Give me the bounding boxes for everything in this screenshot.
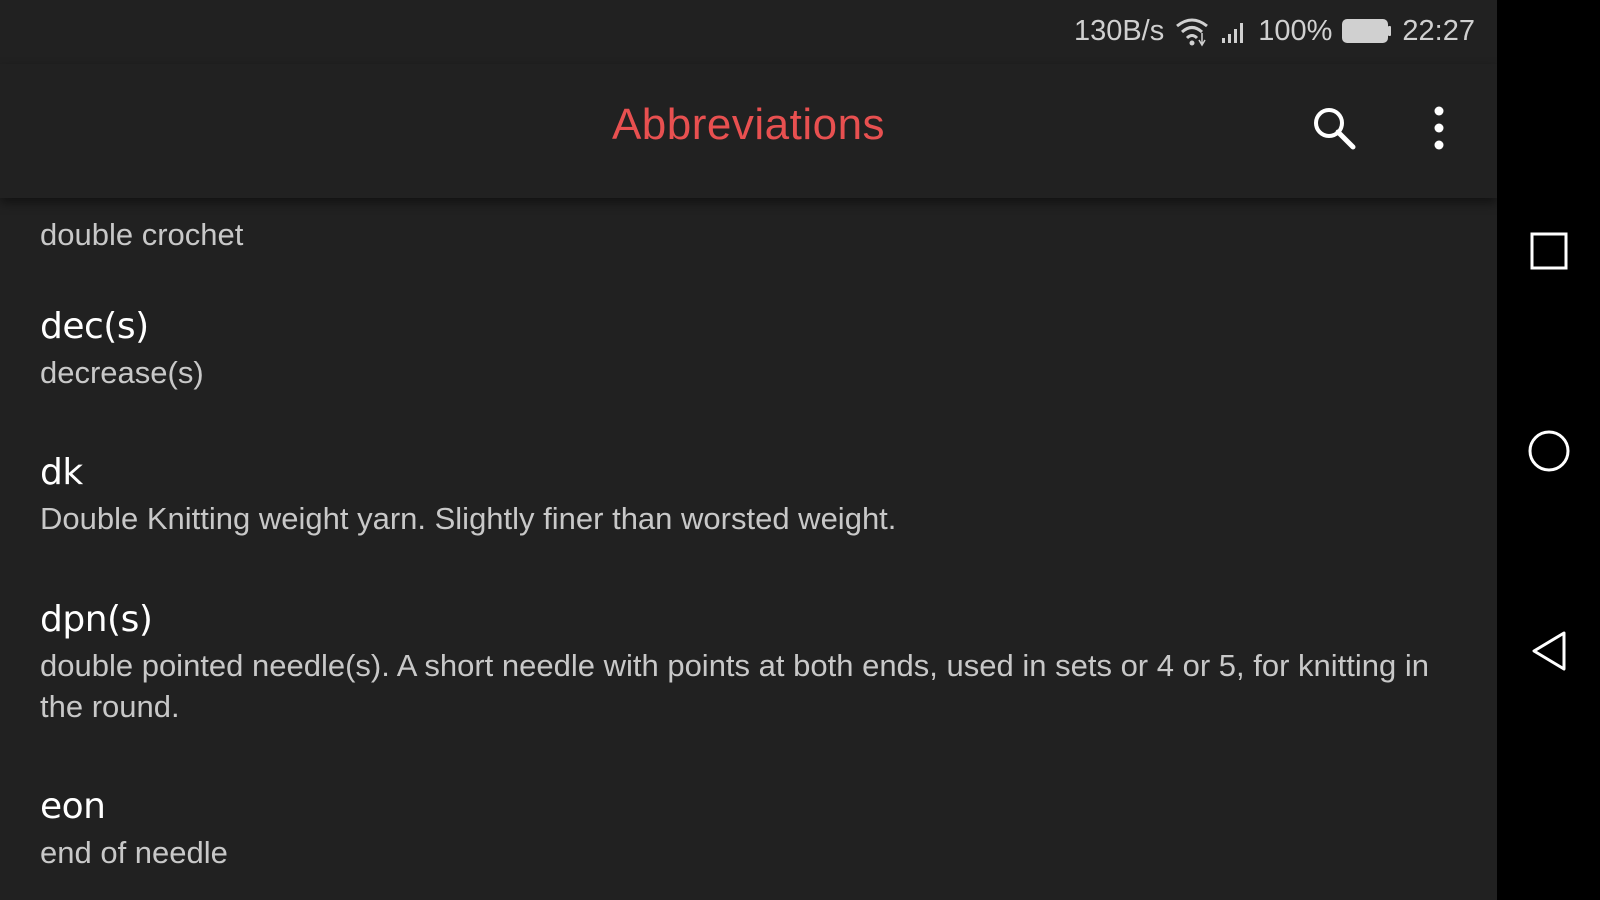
abbreviation-list[interactable]: double crochet dec(s) decrease(s) dk Dou… — [0, 198, 1497, 900]
status-indicators: 130B/s 100% 22:27 — [1074, 13, 1475, 49]
android-screen: 130B/s 100% 22:27 Abbreviations double c… — [0, 0, 1600, 900]
abbreviation-definition: Double Knitting weight yarn. Slightly fi… — [40, 501, 897, 536]
wifi-icon — [1174, 15, 1210, 47]
system-navigation-bar — [1497, 0, 1600, 900]
list-item[interactable]: dk Double Knitting weight yarn. Slightly… — [40, 451, 1452, 539]
list-item[interactable]: dpn(s) double pointed needle(s). A short… — [40, 598, 1452, 727]
abbreviations-app: 130B/s 100% 22:27 Abbreviations double c… — [0, 0, 1497, 900]
abbreviation-definition: end of needle — [40, 835, 228, 870]
app-toolbar: Abbreviations — [0, 64, 1497, 198]
abbreviation-definition: double pointed needle(s). A short needle… — [40, 648, 1429, 724]
abbreviation-definition: decrease(s) — [40, 355, 204, 390]
battery-percent: 100% — [1258, 14, 1333, 47]
more-options-icon[interactable] — [1409, 98, 1469, 158]
list-item[interactable]: eon end of needle — [40, 785, 1452, 873]
list-item[interactable]: dec(s) decrease(s) — [40, 305, 1452, 393]
list-item[interactable]: double crochet — [40, 211, 1452, 255]
status-bar: 130B/s 100% 22:27 — [0, 0, 1497, 64]
abbreviation-term: dec(s) — [40, 306, 149, 347]
network-speed: 130B/s — [1073, 14, 1165, 47]
page-title: Abbreviations — [611, 100, 886, 149]
recent-apps-icon[interactable] — [1521, 223, 1577, 279]
abbreviation-term: dk — [40, 452, 83, 493]
abbreviation-term: dpn(s) — [40, 599, 153, 640]
back-icon[interactable] — [1521, 623, 1577, 679]
home-icon[interactable] — [1521, 423, 1577, 479]
search-icon[interactable] — [1304, 98, 1364, 158]
clock: 22:27 — [1402, 14, 1475, 47]
abbreviation-definition: double crochet — [40, 217, 244, 252]
battery-icon — [1342, 18, 1392, 44]
abbreviation-term: eon — [40, 786, 106, 827]
cellular-signal-icon — [1220, 17, 1248, 45]
